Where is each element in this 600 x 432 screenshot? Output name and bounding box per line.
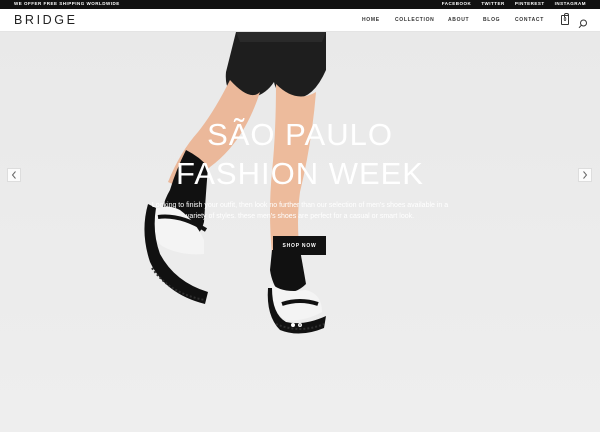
search-icon[interactable] <box>578 16 588 29</box>
nav-item-collection[interactable]: COLLECTION <box>395 17 435 23</box>
slider-dot-1[interactable] <box>291 323 295 327</box>
slide-title-line-2: FASHION WEEK <box>176 156 424 191</box>
slide-description: Looking to finish your outfit, then look… <box>151 202 449 220</box>
social-link-pinterest[interactable]: PINTEREST <box>515 1 545 6</box>
hero-slider: SÃO PAULO FASHION WEEK Looking to finish… <box>0 32 600 432</box>
hero-image-legs-sandals <box>144 32 326 334</box>
social-links: FACEBOOK TWITTER PINTEREST INSTAGRAM <box>442 1 586 6</box>
shopping-bag-icon[interactable]: 0 <box>561 13 569 25</box>
social-link-twitter[interactable]: TWITTER <box>481 1 505 6</box>
nav-item-about[interactable]: ABOUT <box>448 17 469 23</box>
nav-item-home[interactable]: HOME <box>362 17 380 23</box>
nav-item-contact[interactable]: CONTACT <box>515 17 544 23</box>
slider-pagination <box>291 323 302 327</box>
cart-count: 0 <box>563 17 567 23</box>
shop-now-button[interactable]: SHOP NOW <box>273 236 326 255</box>
nav-item-blog[interactable]: BLOG <box>483 17 500 23</box>
slider-dot-2[interactable] <box>298 323 302 327</box>
top-bar: WE OFFER FREE SHIPPING WORLDWIDE FACEBOO… <box>0 0 600 9</box>
social-link-instagram[interactable]: INSTAGRAM <box>555 1 586 6</box>
slide-title-line-1: SÃO PAULO <box>207 117 393 152</box>
chevron-left-icon[interactable] <box>7 168 21 182</box>
site-header: BRIDGE HOME COLLECTION ABOUT BLOG CONTAC… <box>0 9 600 32</box>
site-logo[interactable]: BRIDGE <box>14 13 78 27</box>
shipping-promo-text: WE OFFER FREE SHIPPING WORLDWIDE <box>14 1 120 6</box>
social-link-facebook[interactable]: FACEBOOK <box>442 1 472 6</box>
chevron-right-icon[interactable] <box>578 168 592 182</box>
